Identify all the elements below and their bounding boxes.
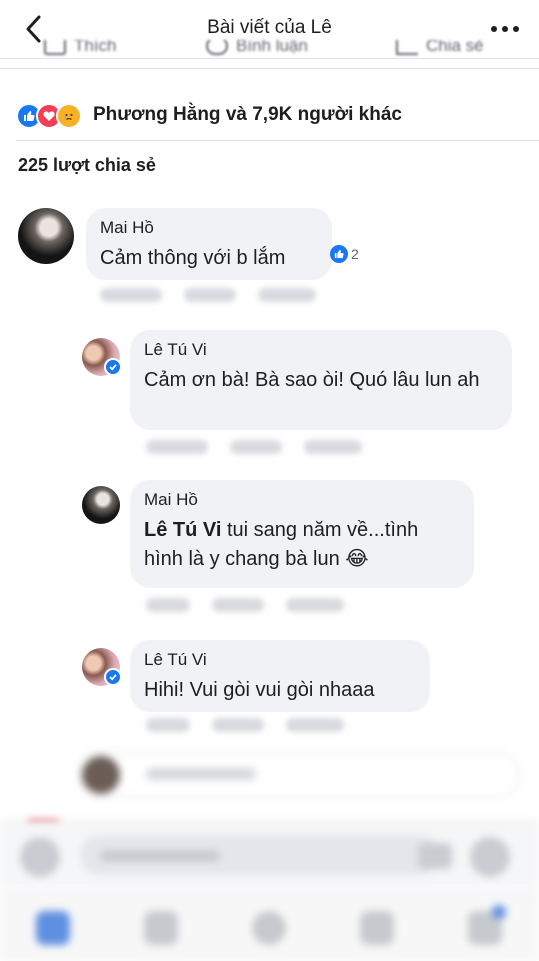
timestamp <box>146 718 190 732</box>
mentioned-user-link[interactable]: Lê Tú Vi <box>144 519 221 541</box>
comment-meta-row <box>146 440 362 454</box>
timestamp <box>146 598 190 612</box>
comment-author[interactable]: Lê Tú Vi <box>144 340 498 360</box>
share-count[interactable]: 225 lượt chia sẻ <box>18 155 156 176</box>
avatar[interactable] <box>82 486 120 524</box>
comment-text: Lê Tú Vi tui sang năm về...tình hình là … <box>144 519 418 570</box>
comment-author[interactable]: Mai Hồ <box>144 490 460 510</box>
page-title: Bài viết của Lê <box>207 17 332 38</box>
comment-meta-row <box>146 598 344 612</box>
divider <box>16 140 539 141</box>
like-link[interactable] <box>212 718 264 732</box>
reply-link[interactable] <box>286 718 344 732</box>
post-action-bar: Thích Bình luận Chia sẻ <box>0 40 539 68</box>
comment-author[interactable]: Lê Tú Vi <box>144 650 416 670</box>
reply-link[interactable] <box>304 440 362 454</box>
share-arrow-icon <box>396 40 418 55</box>
verified-badge-icon <box>104 668 122 686</box>
like-link[interactable] <box>212 598 264 612</box>
comment-meta-row <box>146 718 344 732</box>
comment-composer <box>0 820 539 885</box>
reaction-icons[interactable] <box>16 103 82 129</box>
reply-link[interactable] <box>286 598 344 612</box>
more-options-icon[interactable] <box>490 22 520 34</box>
notifications-tab-icon[interactable] <box>360 911 394 945</box>
comment-text: Cảm ơn bà! Bà sao òi! Quó lâu lun ah <box>144 369 480 391</box>
like-count: 2 <box>351 246 359 262</box>
camera-icon[interactable] <box>20 837 60 877</box>
notification-badge <box>492 905 506 919</box>
sticker-icon[interactable] <box>470 837 510 877</box>
thumbs-up-icon <box>44 40 66 55</box>
comment-bubble[interactable]: Mai Hồ Cảm thông với b lắm <box>86 208 332 280</box>
comment-bubble[interactable]: Lê Tú Vi Hihi! Vui gòi vui gòi nhaaa <box>130 640 430 712</box>
sad-icon <box>56 103 82 129</box>
comment-bubble[interactable]: Lê Tú Vi Cảm ơn bà! Bà sao òi! Quó lâu l… <box>130 330 512 430</box>
timestamp <box>100 288 162 302</box>
groups-tab-icon[interactable] <box>252 911 286 945</box>
like-link[interactable] <box>184 288 236 302</box>
bottom-tab-bar <box>0 888 539 961</box>
reaction-summary[interactable]: Phương Hằng và 7,9K người khác <box>93 104 402 126</box>
comment-placeholder <box>100 851 220 861</box>
avatar <box>82 756 120 794</box>
comment-bubble[interactable]: Mai Hồ Lê Tú Vi tui sang năm về...tình h… <box>130 480 474 588</box>
like-link[interactable] <box>230 440 282 454</box>
home-tab-icon[interactable] <box>36 911 70 945</box>
comment-like-badge[interactable]: 2 <box>330 245 359 263</box>
comment-meta-row <box>100 288 316 302</box>
comment-bubble-icon <box>206 40 228 55</box>
comment-author[interactable]: Mai Hồ <box>100 218 318 238</box>
like-icon <box>330 245 348 263</box>
reply-link[interactable] <box>258 288 316 302</box>
divider <box>0 68 539 69</box>
comment-text: Hihi! Vui gòi vui gòi nhaaa <box>144 679 375 701</box>
video-tab-icon[interactable] <box>144 911 178 945</box>
share-action-button[interactable]: Chia sẻ <box>396 40 484 56</box>
like-action-button[interactable]: Thích <box>44 40 117 56</box>
gif-icon[interactable] <box>418 843 452 869</box>
comment-action-button[interactable]: Bình luận <box>206 40 308 56</box>
reply-input[interactable] <box>78 752 520 798</box>
reply-placeholder <box>146 768 256 780</box>
verified-badge-icon <box>104 358 122 376</box>
avatar[interactable] <box>18 208 74 264</box>
comment-text: Cảm thông với b lắm <box>100 247 286 269</box>
timestamp <box>146 440 208 454</box>
